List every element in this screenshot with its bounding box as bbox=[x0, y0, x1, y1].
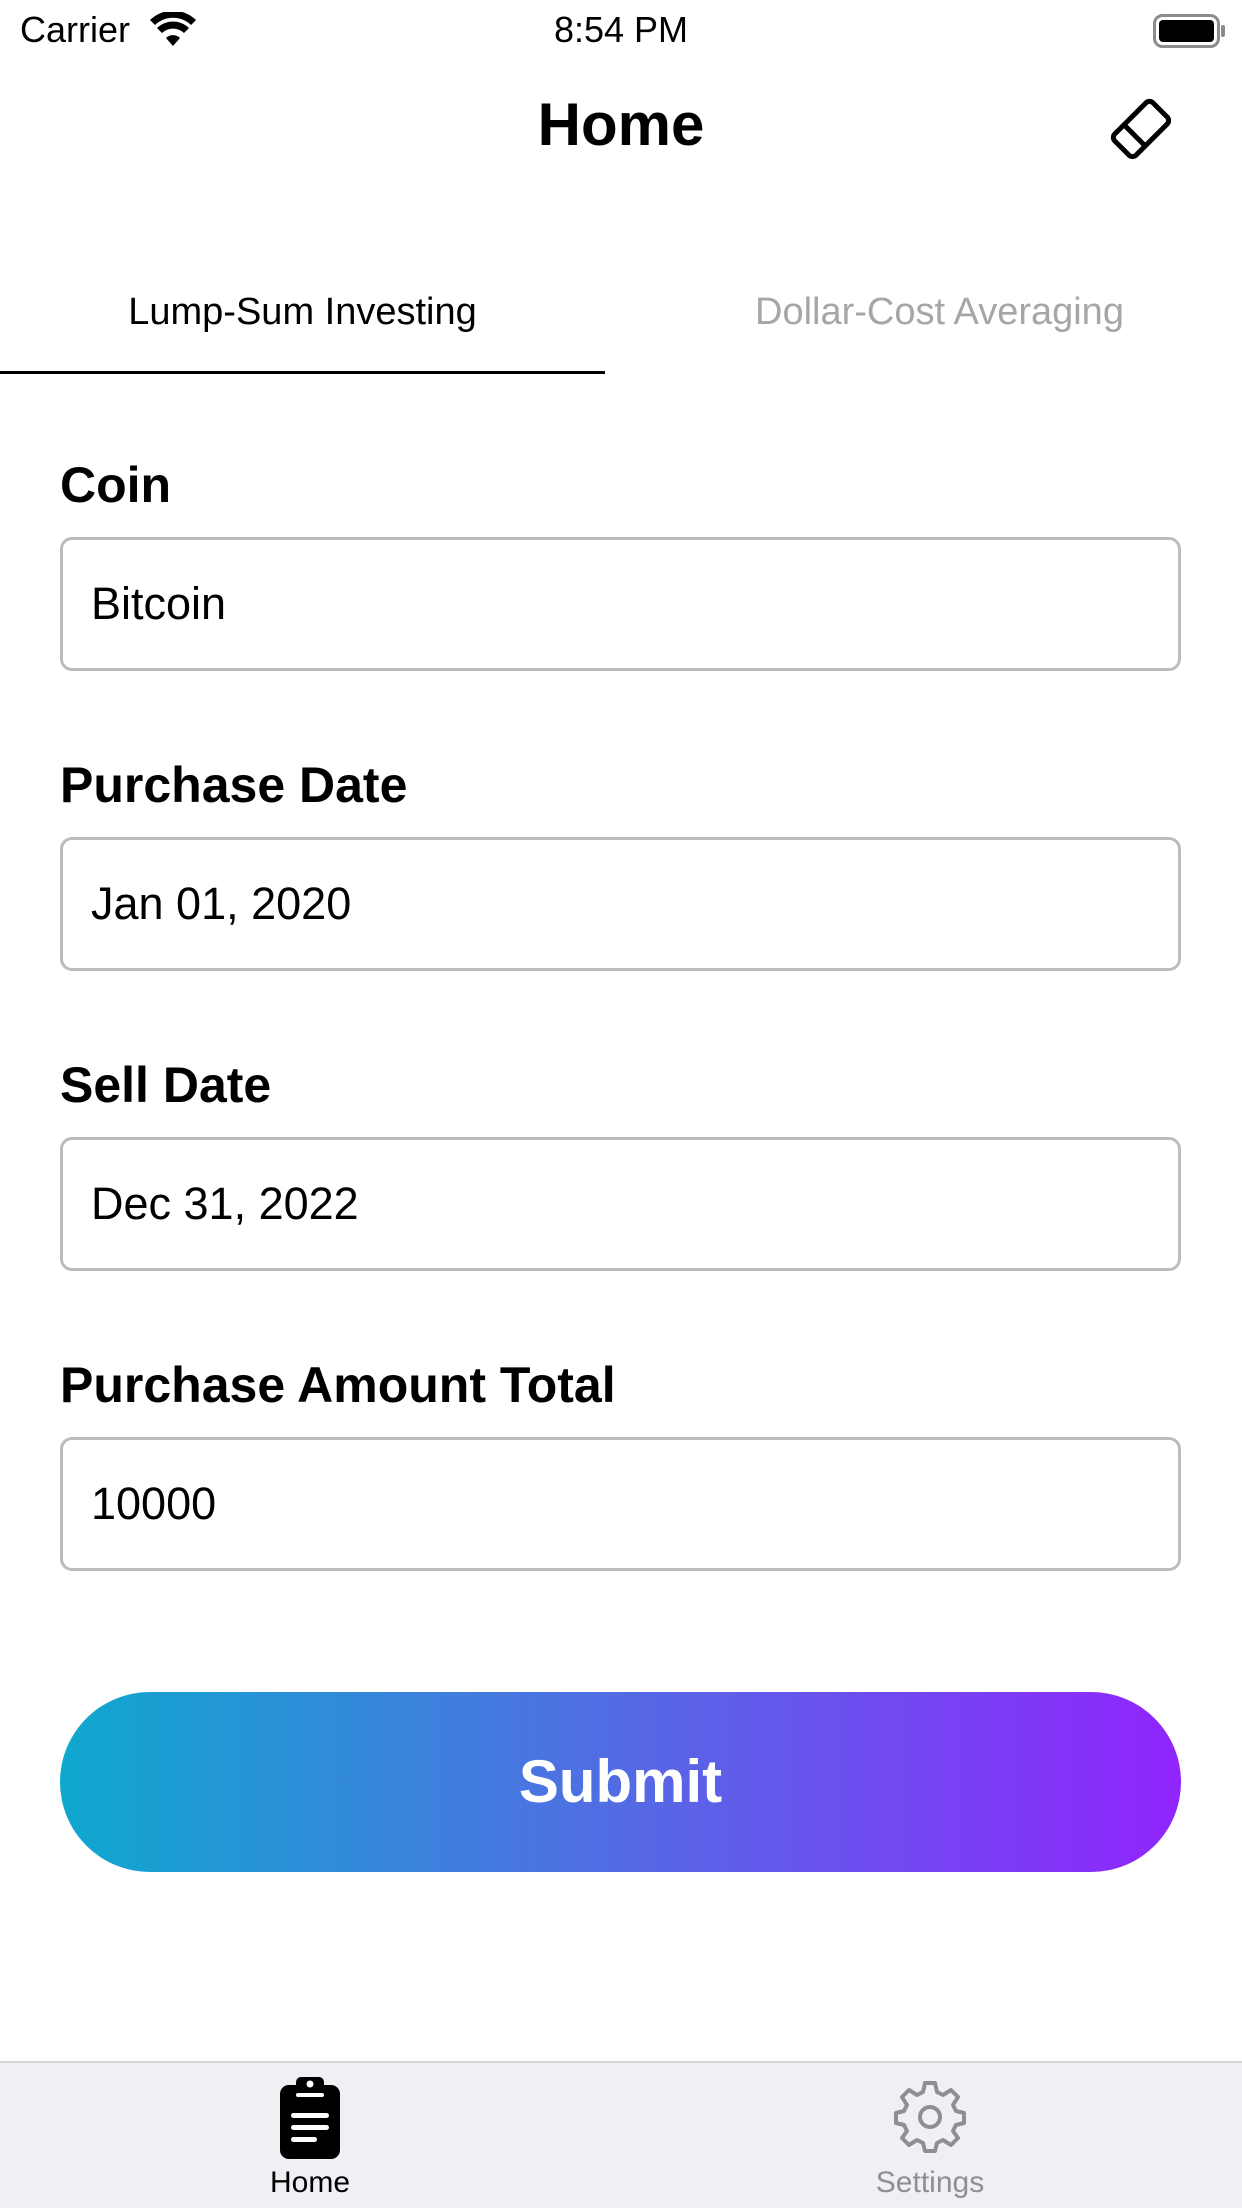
coin-label: Coin bbox=[60, 457, 172, 513]
battery-icon bbox=[1153, 14, 1227, 48]
eraser-icon bbox=[1110, 98, 1172, 160]
purchase-date-label: Purchase Date bbox=[60, 757, 408, 813]
purchase-amount-input[interactable] bbox=[60, 1437, 1181, 1571]
status-time: 8:54 PM bbox=[553, 9, 689, 50]
sell-date-input[interactable] bbox=[60, 1137, 1181, 1271]
status-bar: Carrier 8:54 PM bbox=[0, 0, 1242, 62]
tab-bar: Home Settings bbox=[0, 2061, 1242, 2208]
sell-date-label: Sell Date bbox=[60, 1057, 272, 1113]
investment-type-tabs: Lump-Sum Investing Dollar-Cost Averaging bbox=[0, 270, 1242, 374]
tab-bar-label-home: Home bbox=[269, 2166, 351, 2199]
tab-dollar-cost-averaging[interactable]: Dollar-Cost Averaging bbox=[637, 270, 1242, 374]
tab-bar-label-settings: Settings bbox=[875, 2166, 985, 2199]
purchase-amount-label: Purchase Amount Total bbox=[60, 1357, 616, 1413]
purchase-date-input[interactable] bbox=[60, 837, 1181, 971]
navigation-bar: Home bbox=[0, 62, 1242, 186]
tab-bar-item-home[interactable]: Home bbox=[160, 2063, 460, 2210]
coin-input[interactable] bbox=[60, 537, 1181, 671]
tab-bar-item-settings[interactable]: Settings bbox=[780, 2063, 1080, 2210]
tab-lump-sum-investing[interactable]: Lump-Sum Investing bbox=[0, 270, 605, 374]
clear-form-button[interactable] bbox=[1100, 88, 1182, 170]
page-title: Home bbox=[537, 91, 705, 158]
gear-icon bbox=[894, 2081, 966, 2153]
submit-button[interactable]: Submit bbox=[60, 1692, 1181, 1872]
clipboard-icon bbox=[280, 2077, 340, 2159]
